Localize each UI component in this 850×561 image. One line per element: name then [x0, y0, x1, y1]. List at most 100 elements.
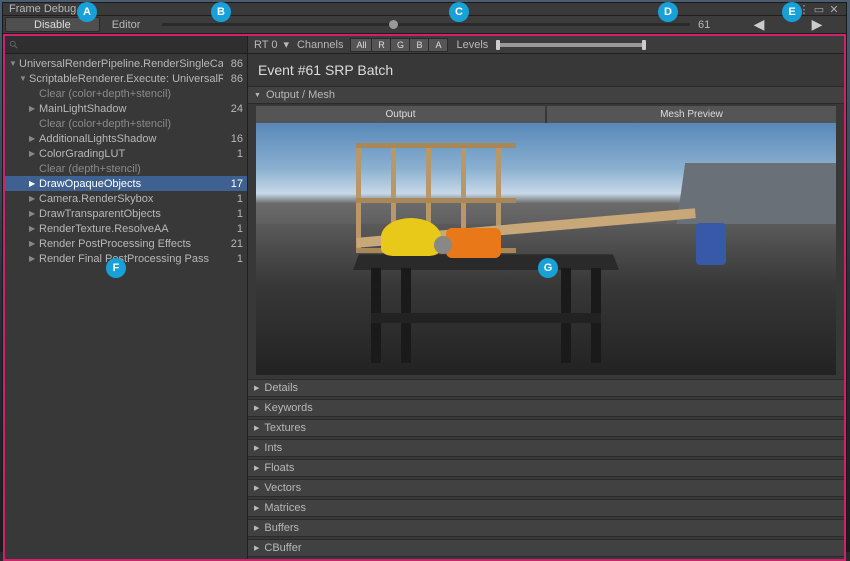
tree-count: 86	[231, 58, 243, 70]
search-input[interactable]	[5, 36, 247, 54]
section-label: CBuffer	[264, 542, 301, 554]
channel-b-button[interactable]: B	[409, 38, 429, 52]
disclosure-icon[interactable]: ▶	[29, 104, 35, 113]
tree-row[interactable]: ▶ Render PostProcessing Effects 21	[5, 236, 247, 251]
tree-label: Clear (color+depth+stencil)	[39, 118, 223, 130]
tree-row[interactable]: ▶ DrawOpaqueObjects 17	[5, 176, 247, 191]
tree-count: 17	[231, 178, 243, 190]
section-label: Keywords	[264, 402, 312, 414]
tree-label: AdditionalLightsShadow	[39, 133, 223, 145]
section-vectors[interactable]: ▶Vectors	[248, 479, 844, 497]
disclosure-icon[interactable]: ▶	[29, 134, 35, 143]
section-buffers[interactable]: ▶Buffers	[248, 519, 844, 537]
tree-row[interactable]: ▶MainLightShadow24	[5, 101, 247, 116]
tree-row[interactable]: ▶Render Final PostProcessing Pass1	[5, 251, 247, 266]
channel-buttons: All R G B A	[351, 38, 448, 52]
section-label: Buffers	[264, 522, 299, 534]
channel-a-button[interactable]: A	[428, 38, 448, 52]
tree-label: ScriptableRenderer.Execute: UniversalRen…	[29, 73, 223, 85]
event-tree[interactable]: ▼UniversalRenderPipeline.RenderSingleCam…	[5, 54, 247, 559]
tree-count: 16	[231, 133, 243, 145]
close-icon[interactable]: ✕	[828, 3, 840, 15]
tree-count: 1	[237, 193, 243, 205]
tree-label: UniversalRenderPipeline.RenderSingleCame…	[19, 58, 223, 70]
section-floats[interactable]: ▶Floats	[248, 459, 844, 477]
tree-label: MainLightShadow	[39, 103, 223, 115]
channel-g-button[interactable]: G	[390, 38, 410, 52]
section-label: Vectors	[264, 482, 301, 494]
tree-label: DrawTransparentObjects	[39, 208, 223, 220]
disclosure-icon[interactable]: ▶	[29, 194, 35, 203]
section-label: Details	[264, 382, 298, 394]
disclosure-icon[interactable]: ▼	[19, 74, 27, 83]
event-tree-pane: ▼UniversalRenderPipeline.RenderSingleCam…	[5, 36, 248, 559]
preview-tabs: Output Mesh Preview	[248, 106, 844, 123]
preview-barrel	[696, 223, 726, 265]
annotation-marker-f: F	[106, 258, 126, 278]
disclosure-triangle-icon: ▼	[254, 92, 261, 99]
tree-count: 86	[231, 73, 243, 85]
disclosure-triangle-icon: ▶	[254, 504, 259, 512]
frame-debug-window: Frame Debug ⋮ ▭ ✕ Disable Editor 61 ◀ ▶ …	[2, 2, 847, 549]
section-matrices[interactable]: ▶ Matrices	[248, 499, 844, 517]
frame-slider[interactable]	[162, 23, 690, 26]
tree-label: Camera.RenderSkybox	[39, 193, 223, 205]
section-keywords[interactable]: ▶ Keywords	[248, 399, 844, 417]
toolbar: Disable Editor 61 ◀ ▶	[3, 16, 846, 34]
output-mesh-section[interactable]: ▼ Output / Mesh	[248, 86, 844, 104]
disclosure-icon[interactable]: ▶	[29, 254, 35, 263]
tree-row[interactable]: Clear (color+depth+stencil)	[5, 86, 247, 101]
slider-knob[interactable]	[389, 20, 398, 29]
disclosure-icon[interactable]: ▼	[9, 59, 17, 68]
tree-label: Clear (color+depth+stencil)	[39, 88, 223, 100]
tree-row[interactable]: ▶ RenderTexture.ResolveAA 1	[5, 221, 247, 236]
render-preview[interactable]	[256, 123, 836, 375]
tree-row[interactable]: ▶ AdditionalLightsShadow 16	[5, 131, 247, 146]
tree-row[interactable]: ▶ ColorGradingLUT 1	[5, 146, 247, 161]
tree-count: 1	[237, 223, 243, 235]
disclosure-icon[interactable]: ▶	[29, 149, 35, 158]
tree-row[interactable]: ▶ Camera.RenderSkybox 1	[5, 191, 247, 206]
render-target-dropdown[interactable]: RT 0 ▾	[254, 38, 289, 51]
tree-row[interactable]: Clear (depth+stencil)	[5, 161, 247, 176]
tree-row[interactable]: ▼UniversalRenderPipeline.RenderSingleCam…	[5, 56, 247, 71]
target-dropdown[interactable]: Editor	[102, 16, 151, 33]
levels-range[interactable]	[496, 43, 646, 47]
disclosure-icon[interactable]: ▶	[29, 239, 35, 248]
disclosure-triangle-icon: ▶	[254, 444, 259, 452]
maximize-icon[interactable]: ▭	[813, 3, 825, 15]
annotation-marker-b: B	[211, 2, 231, 22]
title-bar[interactable]: Frame Debug ⋮ ▭ ✕	[3, 3, 846, 16]
tree-label: ColorGradingLUT	[39, 148, 223, 160]
tree-label: RenderTexture.ResolveAA	[39, 223, 223, 235]
channel-r-button[interactable]: R	[371, 38, 391, 52]
section-textures[interactable]: ▶Textures	[248, 419, 844, 437]
tree-count: 1	[237, 253, 243, 265]
tree-row[interactable]: Clear (color+depth+stencil)	[5, 116, 247, 131]
detail-pane: RT 0 ▾ Channels All R G B A Levels Event…	[248, 36, 844, 559]
disclosure-triangle-icon: ▶	[254, 404, 259, 412]
search-icon	[9, 40, 19, 50]
disclosure-icon[interactable]: ▶	[29, 224, 35, 233]
mesh-preview-tab[interactable]: Mesh Preview	[547, 106, 836, 123]
tree-label: DrawOpaqueObjects	[39, 178, 223, 190]
disclosure-icon[interactable]: ▶	[29, 209, 35, 218]
section-label: Floats	[264, 462, 294, 474]
section-ints[interactable]: ▶Ints	[248, 439, 844, 457]
channel-all-button[interactable]: All	[350, 38, 372, 52]
prev-frame-button[interactable]: ◀	[730, 16, 788, 33]
tree-row[interactable]: ▼ScriptableRenderer.Execute: UniversalRe…	[5, 71, 247, 86]
annotation-marker-g: G	[538, 258, 558, 278]
section-details[interactable]: ▶Details	[248, 379, 844, 397]
section-cbuffer[interactable]: ▶CBuffer	[248, 539, 844, 557]
output-tab[interactable]: Output	[256, 106, 545, 123]
tree-count: 1	[237, 148, 243, 160]
property-sections: ▶Details▶Keywords▶Textures▶Ints▶Floats▶V…	[248, 379, 844, 559]
disclosure-icon[interactable]: ▶	[29, 179, 35, 188]
frame-slider-area: 61	[150, 16, 730, 33]
tree-count: 21	[231, 238, 243, 250]
tree-label: Render PostProcessing Effects	[39, 238, 223, 250]
tree-row[interactable]: ▶DrawTransparentObjects1	[5, 206, 247, 221]
disclosure-triangle-icon: ▶	[254, 424, 259, 432]
section-label: Matrices	[264, 502, 306, 514]
